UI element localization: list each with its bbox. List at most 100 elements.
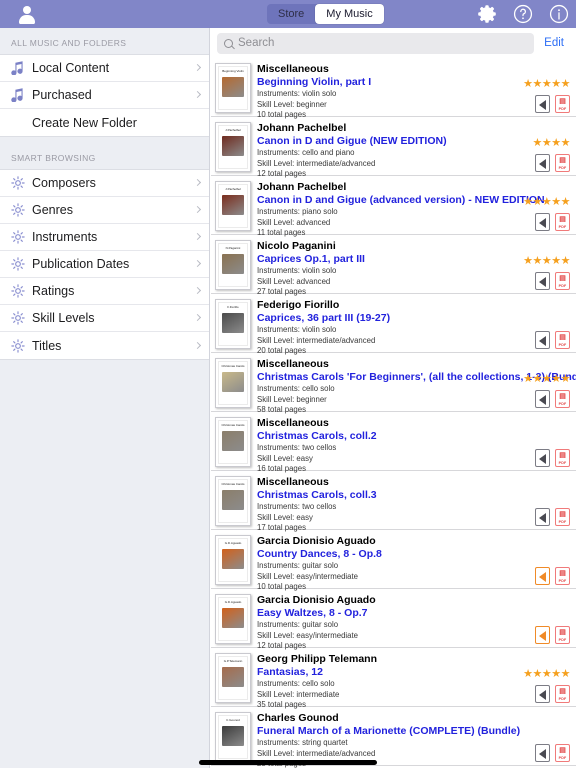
- speaker-icon[interactable]: [535, 272, 550, 290]
- speaker-icon[interactable]: [535, 449, 550, 467]
- rating-stars: ★ ★ ★ ★ ★: [523, 374, 570, 385]
- info-circle-icon[interactable]: [548, 3, 570, 25]
- score-thumbnail[interactable]: Beginning Violin: [215, 63, 251, 113]
- table-row[interactable]: J.Pachelbel Johann Pachelbel Canon in D an…: [211, 117, 576, 178]
- cover-title: G.D.Aguado: [224, 600, 242, 604]
- star-icon: ★: [551, 196, 561, 208]
- pdf-icon[interactable]: ▤ PDF: [555, 272, 570, 290]
- sidebar-item-label: Composers: [32, 176, 96, 190]
- sidebar-item-purchased[interactable]: Purchased: [0, 82, 209, 109]
- speaker-icon[interactable]: [535, 331, 550, 349]
- speaker-icon[interactable]: [535, 508, 550, 526]
- pdf-glyph: ▤: [559, 393, 566, 400]
- score-thumbnail[interactable]: Christmas Carols: [215, 417, 251, 467]
- rating-stars: ★ ★ ★ ★ ★: [523, 197, 570, 208]
- pdf-icon[interactable]: ▤ PDF: [555, 744, 570, 762]
- score-thumbnail[interactable]: C.Gounod: [215, 712, 251, 762]
- sidebar-item-ratings[interactable]: Ratings: [0, 278, 209, 305]
- pdf-label: PDF: [558, 579, 567, 583]
- pdf-icon[interactable]: ▤ PDF: [555, 213, 570, 231]
- cover-art: F.Fiorillo: [218, 302, 248, 346]
- score-thumbnail[interactable]: J.Pachelbel: [215, 181, 251, 231]
- action-icons: ▤ PDF: [535, 213, 570, 231]
- score-thumbnail[interactable]: Christmas Carols: [215, 358, 251, 408]
- table-row[interactable]: G.D.Aguado Garcia Dionisio Aguado Easy Wal…: [211, 589, 576, 650]
- pdf-icon[interactable]: ▤ PDF: [555, 567, 570, 585]
- score-thumbnail[interactable]: F.Fiorillo: [215, 299, 251, 349]
- search-input[interactable]: Search: [217, 32, 535, 54]
- pdf-icon[interactable]: ▤ PDF: [555, 390, 570, 408]
- row-actions: ★ ★ ★ ★ ★ ▤ PDF: [510, 79, 571, 113]
- table-row[interactable]: Christmas Carols Miscellaneous Christmas C…: [211, 471, 576, 532]
- speaker-icon[interactable]: [535, 390, 550, 408]
- table-row[interactable]: Christmas Carols Miscellaneous Christmas C…: [211, 412, 576, 473]
- cover-title: N.Paganini: [225, 246, 241, 250]
- table-row[interactable]: G.P.Telemann Georg Philipp Telemann Fantas…: [211, 648, 576, 709]
- score-thumbnail[interactable]: Christmas Carols: [215, 476, 251, 526]
- gear-icon: [11, 176, 32, 190]
- table-row[interactable]: G.D.Aguado Garcia Dionisio Aguado Country …: [211, 530, 576, 591]
- table-row[interactable]: F.Fiorillo Federigo Fiorillo Caprices, 36 …: [211, 294, 576, 355]
- score-thumbnail[interactable]: N.Paganini: [215, 240, 251, 290]
- segment-my-music[interactable]: My Music: [315, 4, 384, 24]
- speaker-icon[interactable]: [535, 154, 550, 172]
- score-thumbnail[interactable]: G.D.Aguado: [215, 535, 251, 585]
- table-row[interactable]: J.Pachelbel Johann Pachelbel Canon in D an…: [211, 176, 576, 237]
- composer-name: Miscellaneous: [257, 63, 329, 75]
- score-list[interactable]: Beginning Violin Miscellaneous Beginning V…: [211, 58, 576, 768]
- score-thumbnail[interactable]: G.D.Aguado: [215, 594, 251, 644]
- pdf-icon[interactable]: ▤ PDF: [555, 449, 570, 467]
- sidebar-item-skill-levels[interactable]: Skill Levels: [0, 305, 209, 332]
- table-row[interactable]: Beginning Violin Miscellaneous Beginning V…: [211, 58, 576, 119]
- speaker-glyph: [538, 631, 546, 641]
- pdf-label: PDF: [558, 461, 567, 465]
- table-row[interactable]: N.Paganini Nicolo Paganini Caprices Op.1, …: [211, 235, 576, 296]
- sidebar-item-create-new-folder[interactable]: Create New Folder: [0, 109, 209, 136]
- pdf-icon[interactable]: ▤ PDF: [555, 95, 570, 113]
- gear-icon[interactable]: [476, 3, 498, 25]
- score-thumbnail[interactable]: J.Pachelbel: [215, 122, 251, 172]
- speaker-icon[interactable]: [535, 213, 550, 231]
- edit-button[interactable]: Edit: [534, 37, 570, 49]
- sidebar-item-titles[interactable]: Titles: [0, 332, 209, 359]
- sidebar-item-publication-dates[interactable]: Publication Dates: [0, 251, 209, 278]
- pdf-icon[interactable]: ▤ PDF: [555, 331, 570, 349]
- cover-image: [221, 313, 245, 333]
- segment-store[interactable]: Store: [267, 4, 315, 24]
- pdf-icon[interactable]: ▤ PDF: [555, 685, 570, 703]
- row-actions: ★ ★ ★ ★ ★ ▤ PDF: [510, 256, 571, 290]
- sidebar-item-instruments[interactable]: Instruments: [0, 224, 209, 251]
- toolbar-actions: [476, 0, 570, 28]
- row-actions: ▤ PDF: [510, 433, 570, 467]
- pdf-icon[interactable]: ▤ PDF: [555, 508, 570, 526]
- speaker-icon[interactable]: [535, 685, 550, 703]
- sidebar-item-composers[interactable]: Composers: [0, 170, 209, 197]
- speaker-icon[interactable]: [535, 626, 550, 644]
- pdf-label: PDF: [558, 756, 567, 760]
- speaker-glyph: [538, 454, 546, 464]
- speaker-icon[interactable]: [535, 567, 550, 585]
- speaker-icon[interactable]: [535, 744, 550, 762]
- store-mymusic-segmented-control[interactable]: Store My Music: [267, 4, 384, 24]
- table-row[interactable]: C.Gounod Charles Gounod Funeral March of a…: [211, 707, 576, 768]
- account-button[interactable]: [0, 0, 54, 28]
- sidebar-item-local-content[interactable]: Local Content: [0, 55, 209, 82]
- music-note-icon: [11, 61, 32, 75]
- question-circle-icon[interactable]: [512, 3, 534, 25]
- chevron-right-icon: [193, 90, 202, 99]
- cover-image: [221, 667, 245, 687]
- row-actions: ★ ★ ★ ★ ★ ▤ PDF: [510, 668, 571, 703]
- star-icon: ★: [551, 668, 561, 680]
- pdf-icon[interactable]: ▤ PDF: [555, 154, 570, 172]
- row-actions: ▤ PDF: [510, 610, 570, 644]
- speaker-icon[interactable]: [535, 95, 550, 113]
- composer-name: Johann Pachelbel: [257, 181, 347, 193]
- sidebar-item-genres[interactable]: Genres: [0, 197, 209, 224]
- row-actions: ▤ PDF: [510, 728, 570, 762]
- score-thumbnail[interactable]: G.P.Telemann: [215, 653, 251, 703]
- table-row[interactable]: Christmas Carols Miscellaneous Christmas C…: [211, 353, 576, 414]
- pdf-icon[interactable]: ▤ PDF: [555, 626, 570, 644]
- cover-art: Christmas Carols: [218, 420, 248, 464]
- cover-image: [221, 136, 245, 156]
- star-icon: ★: [532, 137, 543, 149]
